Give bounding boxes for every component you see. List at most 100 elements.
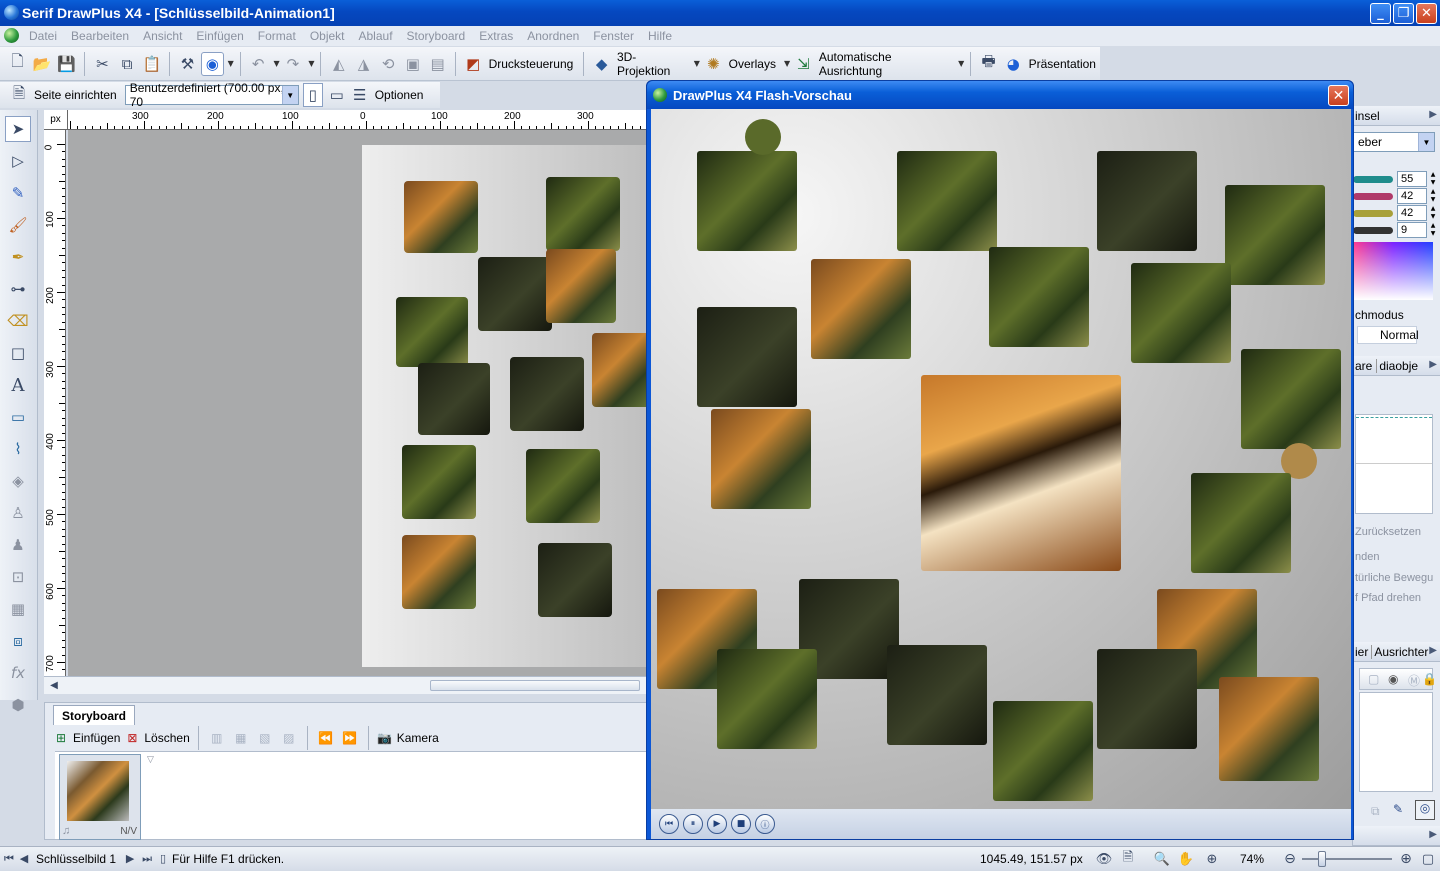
transparency-tool-icon[interactable]: ♙ <box>5 500 31 526</box>
color-picker-icon[interactable]: ⌇ <box>5 436 31 462</box>
tabs-header-2[interactable]: are diaobje ▶ <box>1353 356 1440 376</box>
options-icon[interactable]: ☰ <box>351 83 369 107</box>
zoom-icon[interactable]: 🔍 <box>1150 847 1174 871</box>
cut-icon[interactable]: ✂ <box>91 52 114 76</box>
pause-icon[interactable]: ⏸ <box>683 814 703 834</box>
master-icon[interactable]: Ⓜ <box>1408 672 1420 689</box>
puzzle-piece[interactable] <box>1097 649 1197 749</box>
puzzle-piece[interactable] <box>402 445 476 519</box>
menu-format[interactable]: Format <box>251 29 303 43</box>
menu-storyboard[interactable]: Storyboard <box>400 29 473 43</box>
overlays-button[interactable]: Overlays <box>729 57 776 71</box>
play-icon[interactable]: ▶ <box>1429 359 1437 370</box>
ungroup-icon[interactable]: ▤ <box>426 52 449 76</box>
page-setup-button[interactable]: Seite einrichten <box>34 88 117 102</box>
tabs-header-4[interactable]: ▶ <box>1353 826 1440 846</box>
camera-icon[interactable]: 📷 <box>377 730 393 746</box>
menu-einfuegen[interactable]: Einfügen <box>189 29 250 43</box>
menu-ablauf[interactable]: Ablauf <box>352 29 400 43</box>
3d-effects-icon[interactable]: ⬢ <box>5 692 31 718</box>
page-setup-icon[interactable]: 🗎 <box>10 83 28 107</box>
tiger-face-piece[interactable] <box>921 375 1121 571</box>
puzzle-piece[interactable] <box>887 645 987 745</box>
lock-icon[interactable]: ▢ <box>1368 672 1379 686</box>
delete-frame-icon[interactable]: ⊠ <box>124 730 140 746</box>
menu-anordnen[interactable]: Anordnen <box>520 29 586 43</box>
ruler-unit[interactable]: px <box>44 110 68 130</box>
menu-ansicht[interactable]: Ansicht <box>136 29 189 43</box>
fullscreen-icon[interactable]: ▢ <box>1416 847 1440 871</box>
puzzle-piece[interactable] <box>897 151 997 251</box>
frame-nav-icon[interactable]: ▨ <box>279 730 299 746</box>
presentation-button[interactable]: Präsentation <box>1029 57 1096 71</box>
spin-icon[interactable]: ▲ ▼ <box>1428 171 1438 187</box>
drawing-canvas[interactable] <box>68 130 648 676</box>
flip-horizontal-icon[interactable]: ◭ <box>327 52 350 76</box>
menu-extras[interactable]: Extras <box>472 29 520 43</box>
zoom-slider[interactable] <box>1302 858 1392 860</box>
stop-icon[interactable]: ■ <box>731 814 751 834</box>
puzzle-piece[interactable] <box>1225 185 1325 285</box>
image-tool-icon[interactable]: ▭ <box>5 404 31 430</box>
puzzle-piece[interactable] <box>697 307 797 407</box>
pen-tool-icon[interactable]: ✒ <box>5 244 31 270</box>
menu-fenster[interactable]: Fenster <box>586 29 641 43</box>
layer-options-icon[interactable]: ◎ <box>1415 800 1435 820</box>
redo-icon[interactable]: ↷ <box>282 52 305 76</box>
puzzle-piece[interactable] <box>538 543 612 617</box>
insert-frame-icon[interactable]: ⊞ <box>53 730 69 746</box>
paste-icon[interactable]: 📋 <box>140 52 163 76</box>
brush-tab-header[interactable]: insel ▶ <box>1353 106 1440 126</box>
printer-icon[interactable]: 🖶 <box>977 52 1000 76</box>
padlock-icon[interactable]: 🔒 <box>1422 672 1437 686</box>
color-mode-select[interactable]: eber ▼ <box>1353 132 1435 152</box>
page[interactable] <box>362 145 648 667</box>
storyboard-tab[interactable]: Storyboard <box>53 705 136 725</box>
camera-button[interactable]: Kamera <box>397 731 439 745</box>
tab-label[interactable]: Ausrichter <box>1371 644 1428 659</box>
slider-4[interactable] <box>1353 227 1393 234</box>
page-icon[interactable]: 🗎 <box>1116 847 1140 871</box>
close-icon[interactable]: ✕ <box>1328 85 1349 106</box>
tabs-header-3[interactable]: ier Ausrichter ▶ <box>1353 642 1440 662</box>
puzzle-piece[interactable] <box>404 181 478 253</box>
3d-projection-icon[interactable]: ◆ <box>590 52 613 76</box>
zoom-out-icon[interactable]: ⊖ <box>1278 847 1302 871</box>
portrait-icon[interactable]: ▯ <box>302 83 323 107</box>
puzzle-piece[interactable] <box>697 151 797 251</box>
edit-layer-icon[interactable]: ✎ <box>1393 802 1403 816</box>
node-tool-icon[interactable]: ▷ <box>5 148 31 174</box>
play-icon[interactable]: ▶ <box>707 814 727 834</box>
puzzle-piece[interactable] <box>546 177 620 251</box>
option-3[interactable]: f Pfad drehen <box>1355 592 1421 604</box>
app-icon[interactable] <box>4 5 19 20</box>
value-4[interactable]: 9 <box>1397 222 1427 238</box>
overlays-icon[interactable]: ✺ <box>702 52 725 76</box>
frame-nav-icon[interactable]: ▥ <box>207 730 227 746</box>
frame-nav-icon[interactable]: ▦ <box>231 730 251 746</box>
auto-align-button[interactable]: Automatische Ausrichtung <box>819 50 950 78</box>
chevron-down-icon[interactable]: ▼ <box>1418 133 1434 151</box>
auto-align-icon[interactable]: ⇲ <box>792 52 815 76</box>
option-1[interactable]: nden <box>1355 551 1379 563</box>
spin-icon[interactable]: ▲ ▼ <box>1428 205 1438 221</box>
puzzle-piece[interactable] <box>546 249 616 323</box>
text-tool-icon[interactable]: A <box>5 372 31 398</box>
shape-tool-icon[interactable]: □ <box>5 340 31 366</box>
puzzle-piece[interactable] <box>811 259 911 359</box>
view-icon[interactable]: 👁 <box>1092 847 1116 871</box>
puzzle-piece[interactable] <box>396 297 468 367</box>
connector-tool-icon[interactable]: ⊶ <box>5 276 31 302</box>
puzzle-piece[interactable] <box>418 363 490 435</box>
open-folder-icon[interactable]: 📂 <box>31 52 54 76</box>
play-icon[interactable]: ▶ <box>1429 829 1437 840</box>
menu-objekt[interactable]: Objekt <box>303 29 352 43</box>
undo-icon[interactable]: ↶ <box>247 52 270 76</box>
pointer-tool-icon[interactable]: ➤ <box>5 116 31 142</box>
puzzle-piece[interactable] <box>1097 151 1197 251</box>
minimize-button[interactable]: _ <box>1370 3 1391 24</box>
preview-box[interactable] <box>1355 414 1433 514</box>
blend-tool-icon[interactable]: ⧈ <box>5 628 31 654</box>
puzzle-piece[interactable] <box>478 257 552 331</box>
first-frame-icon[interactable]: ⏮ <box>0 847 18 871</box>
